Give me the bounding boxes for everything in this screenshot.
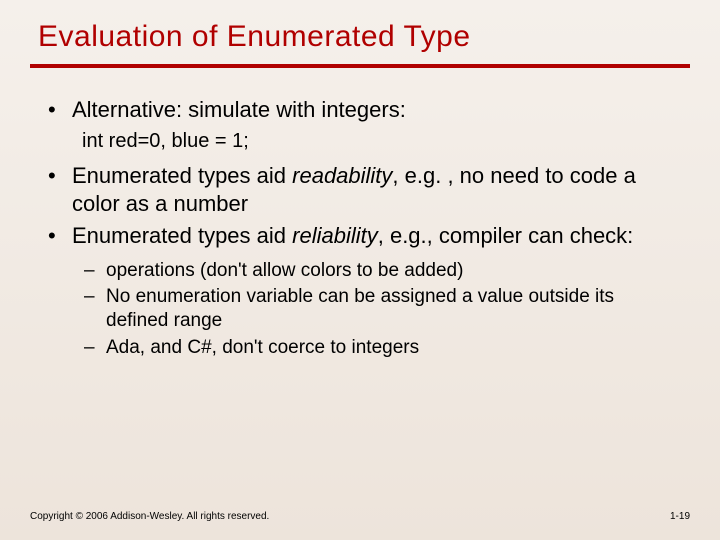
slide-title: Evaluation of Enumerated Type (38, 20, 690, 54)
code-line: int red=0, blue = 1; (82, 128, 678, 154)
bullet-list: Alternative: simulate with integers: (42, 96, 678, 124)
dash-item: No enumeration variable can be assigned … (84, 285, 678, 334)
footer: Copyright © 2006 Addison-Wesley. All rig… (30, 511, 690, 522)
bullet-text: Alternative: simulate with integers: (72, 97, 406, 122)
bullet-text-pre: Enumerated types aid (72, 223, 292, 248)
bullet-item: Enumerated types aid reliability, e.g., … (42, 222, 678, 250)
slide-content: Alternative: simulate with integers: int… (30, 96, 690, 360)
bullet-text-em: reliability (292, 223, 378, 248)
copyright-text: Copyright © 2006 Addison-Wesley. All rig… (30, 511, 269, 522)
bullet-item: Alternative: simulate with integers: (42, 96, 678, 124)
title-rule (30, 64, 690, 68)
bullet-list: Enumerated types aid readability, e.g. ,… (42, 162, 678, 250)
bullet-text-em: readability (292, 163, 392, 188)
dash-item: operations (don't allow colors to be add… (84, 259, 678, 283)
bullet-text-pre: Enumerated types aid (72, 163, 292, 188)
dash-list: operations (don't allow colors to be add… (84, 259, 678, 360)
bullet-item: Enumerated types aid readability, e.g. ,… (42, 162, 678, 218)
bullet-text-post: , e.g., compiler can check: (378, 223, 634, 248)
dash-item: Ada, and C#, don't coerce to integers (84, 336, 678, 360)
page-number: 1-19 (670, 511, 690, 522)
